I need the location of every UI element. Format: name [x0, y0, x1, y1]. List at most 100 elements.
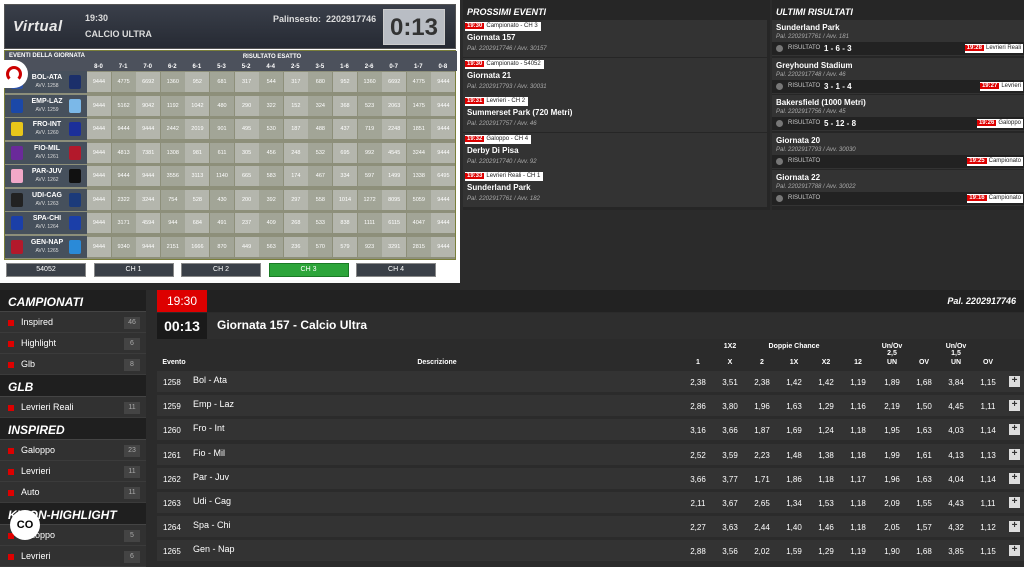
grid-odds-cell[interactable]: 9444: [136, 236, 161, 257]
grid-odds-cell[interactable]: 528: [185, 189, 210, 210]
grid-odds-cell[interactable]: 9444: [87, 213, 111, 233]
odds-cell[interactable]: 1,63: [779, 402, 809, 411]
grid-odds-cell[interactable]: 3244: [136, 189, 161, 210]
grid-odds-cell[interactable]: 8095: [382, 189, 407, 210]
grid-odds-cell[interactable]: 467: [308, 166, 333, 186]
odds-cell[interactable]: 1,19: [843, 378, 873, 387]
odds-cell[interactable]: 2,52: [683, 451, 713, 460]
grid-odds-cell[interactable]: 317: [283, 72, 308, 92]
grid-odds-cell[interactable]: 200: [234, 189, 259, 210]
odds-cell[interactable]: 2,38: [747, 378, 777, 387]
grid-odds-cell[interactable]: 558: [308, 189, 333, 210]
grid-odds-cell[interactable]: 1042: [185, 95, 210, 116]
grid-odds-cell[interactable]: 695: [333, 142, 357, 163]
odds-cell[interactable]: 1,71: [747, 475, 777, 484]
grid-odds-cell[interactable]: 152: [283, 95, 308, 116]
odds-cell[interactable]: 2,11: [683, 499, 713, 508]
play-icon[interactable]: [776, 157, 783, 165]
grid-odds-cell[interactable]: 544: [259, 72, 284, 92]
grid-odds-cell[interactable]: 665: [234, 166, 259, 186]
odds-cell[interactable]: 4,43: [941, 499, 971, 508]
grid-odds-cell[interactable]: 2151: [160, 236, 185, 257]
expand-plus-icon[interactable]: +: [1009, 497, 1020, 508]
grid-odds-cell[interactable]: 491: [210, 213, 234, 233]
grid-odds-cell[interactable]: 1308: [160, 142, 185, 163]
grid-odds-cell[interactable]: 4775: [406, 72, 431, 92]
grid-odds-cell[interactable]: 1666: [185, 236, 210, 257]
grid-odds-cell[interactable]: 952: [185, 72, 210, 92]
grid-odds-cell[interactable]: 9444: [87, 142, 111, 163]
grid-odds-cell[interactable]: 480: [210, 95, 234, 116]
odds-cell[interactable]: 4,32: [941, 523, 971, 532]
grid-odds-cell[interactable]: 268: [283, 213, 308, 233]
grid-odds-cell[interactable]: 2248: [382, 119, 407, 139]
odds-cell[interactable]: 3,51: [715, 378, 745, 387]
sidebar-item[interactable]: Levrieri 11: [0, 461, 146, 482]
odds-cell[interactable]: 1,34: [779, 499, 809, 508]
odds-cell[interactable]: 1,12: [973, 523, 1003, 532]
sidebar-item[interactable]: Auto 11: [0, 482, 146, 503]
odds-cell[interactable]: 1,24: [811, 426, 841, 435]
grid-odds-cell[interactable]: 2815: [406, 236, 431, 257]
grid-odds-cell[interactable]: 3171: [111, 213, 136, 233]
grid-odds-cell[interactable]: 1475: [406, 95, 431, 116]
grid-odds-cell[interactable]: 597: [357, 166, 382, 186]
grid-odds-cell[interactable]: 981: [185, 142, 210, 163]
sidebar-item[interactable]: Galoppo 23: [0, 440, 146, 461]
odds-cell[interactable]: 2,02: [747, 547, 777, 556]
grid-odds-cell[interactable]: 944: [160, 213, 185, 233]
odds-cell[interactable]: 1,48: [779, 451, 809, 460]
odds-cell[interactable]: 1,96: [877, 475, 907, 484]
grid-odds-cell[interactable]: 237: [234, 213, 259, 233]
result-item[interactable]: Greyhound Stadium Pal. 2202917748 / Avv. …: [772, 57, 1024, 94]
grid-odds-cell[interactable]: 3556: [160, 166, 185, 186]
grid-odds-cell[interactable]: 5162: [111, 95, 136, 116]
grid-odds-cell[interactable]: 495: [234, 119, 259, 139]
grid-odds-cell[interactable]: 9444: [87, 95, 111, 116]
headset-button[interactable]: [0, 60, 28, 88]
odds-cell[interactable]: 1,18: [843, 499, 873, 508]
odds-cell[interactable]: 1,90: [877, 547, 907, 556]
grid-odds-cell[interactable]: 992: [357, 142, 382, 163]
odds-cell[interactable]: 1,55: [909, 499, 939, 508]
grid-odds-cell[interactable]: 4775: [111, 72, 136, 92]
expand-plus-icon[interactable]: +: [1009, 376, 1020, 387]
odds-cell[interactable]: 1,29: [811, 402, 841, 411]
grid-odds-cell[interactable]: 187: [283, 119, 308, 139]
grid-odds-cell[interactable]: 9444: [87, 119, 111, 139]
odds-cell[interactable]: 1,57: [909, 523, 939, 532]
grid-odds-cell[interactable]: 901: [210, 119, 234, 139]
odds-cell[interactable]: 4,03: [941, 426, 971, 435]
grid-odds-cell[interactable]: 409: [259, 213, 284, 233]
sidebar-item[interactable]: Highlight 6: [0, 333, 146, 354]
grid-odds-cell[interactable]: 305: [234, 142, 259, 163]
result-item[interactable]: Giornata 22 Pal. 2202917788 / Avv. 30022 R…: [772, 170, 1024, 206]
grid-odds-cell[interactable]: 9444: [431, 72, 456, 92]
odds-cell[interactable]: 3,66: [683, 475, 713, 484]
grid-odds-cell[interactable]: 4545: [382, 142, 407, 163]
odds-cell[interactable]: 1,42: [779, 378, 809, 387]
odds-cell[interactable]: 2,44: [747, 523, 777, 532]
odds-cell[interactable]: 2,05: [877, 523, 907, 532]
odds-cell[interactable]: 3,16: [683, 426, 713, 435]
odds-cell[interactable]: 1,15: [973, 547, 1003, 556]
grid-odds-cell[interactable]: 923: [357, 236, 382, 257]
odds-cell[interactable]: 1,42: [811, 378, 841, 387]
expand-plus-icon[interactable]: +: [1009, 545, 1020, 557]
grid-odds-cell[interactable]: 6692: [136, 72, 161, 92]
odds-cell[interactable]: 1,63: [909, 426, 939, 435]
odds-cell[interactable]: 1,50: [909, 402, 939, 411]
play-icon[interactable]: [776, 120, 783, 127]
odds-cell[interactable]: 1,89: [877, 378, 907, 387]
grid-odds-cell[interactable]: 324: [308, 95, 333, 116]
odds-cell[interactable]: 1,14: [973, 426, 1003, 435]
odds-cell[interactable]: 1,53: [811, 499, 841, 508]
result-item[interactable]: Giornata 20 Pal. 2202917793 / Avv. 30030 R…: [772, 132, 1024, 169]
grid-odds-cell[interactable]: 9444: [431, 189, 456, 210]
odds-cell[interactable]: 1,18: [843, 426, 873, 435]
grid-odds-cell[interactable]: 611: [210, 142, 234, 163]
grid-odds-cell[interactable]: 6495: [431, 166, 456, 186]
odds-cell[interactable]: 1,11: [973, 499, 1003, 508]
grid-odds-cell[interactable]: 6115: [382, 213, 407, 233]
odds-cell[interactable]: 1,61: [909, 451, 939, 460]
